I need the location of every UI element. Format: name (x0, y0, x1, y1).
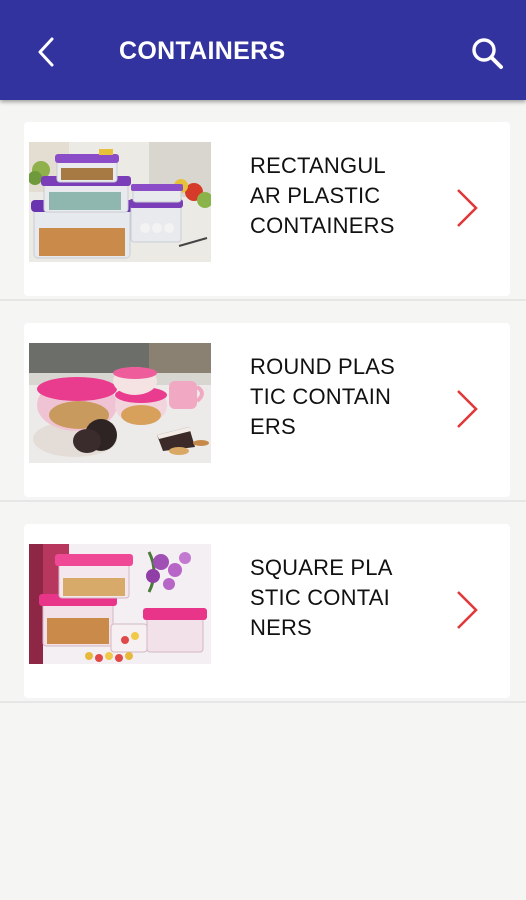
chevron-right-icon (457, 390, 478, 428)
search-button[interactable] (464, 30, 510, 76)
list-item: RECTANGULAR PLASTIC CONTAINERS (0, 100, 526, 301)
search-icon (472, 38, 503, 69)
back-button[interactable] (24, 28, 68, 76)
chevron-left-icon (38, 37, 54, 67)
app-bar: CONTAINERS (0, 0, 526, 100)
chevron-right-icon (457, 189, 478, 227)
category-card-round[interactable]: ROUND PLASTIC CONTAINERS (24, 323, 510, 497)
chevron-right-icon (457, 591, 478, 629)
page-title: CONTAINERS (119, 37, 286, 65)
product-image-rectangular (29, 142, 211, 262)
product-image-round (29, 343, 211, 463)
list-item: ROUND PLASTIC CONTAINERS (0, 301, 526, 502)
category-card-rectangular[interactable]: RECTANGULAR PLASTIC CONTAINERS (24, 122, 510, 296)
category-label: RECTANGULAR PLASTIC CONTAINERS (250, 153, 395, 238)
product-image-square (29, 544, 211, 664)
category-card-square[interactable]: SQUARE PLASTIC CONTAINERS (24, 524, 510, 698)
list-item: SQUARE PLASTIC CONTAINERS (0, 502, 526, 703)
category-label: ROUND PLASTIC CONTAINERS (250, 354, 396, 439)
category-label: SQUARE PLASTIC CONTAINERS (250, 555, 393, 640)
